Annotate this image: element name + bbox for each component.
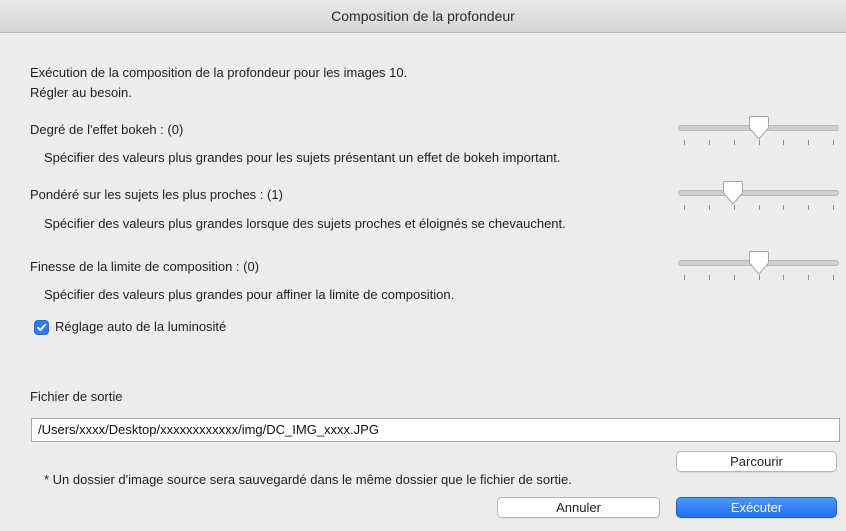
slider-track[interactable] xyxy=(678,190,839,196)
slider-tick xyxy=(708,205,710,210)
boundary-fineness-slider[interactable] xyxy=(676,250,841,286)
slider-tick xyxy=(833,205,834,210)
output-note: * Un dossier d'image source sera sauvega… xyxy=(44,472,572,487)
slider-tick xyxy=(758,205,760,210)
output-path-field[interactable]: /Users/xxxx/Desktop/xxxxxxxxxxxx/img/DC_… xyxy=(31,418,840,442)
slider-tick xyxy=(684,140,685,145)
bokeh-degree-description: Spécifier des valeurs plus grandes pour … xyxy=(44,150,561,165)
slider-tick xyxy=(708,275,710,280)
near-subjects-weight-slider[interactable] xyxy=(676,180,841,216)
slider-tick xyxy=(833,140,834,145)
intro-line-1: Exécution de la composition de la profon… xyxy=(30,65,408,80)
slider-tick xyxy=(808,205,810,210)
slider-tick xyxy=(833,275,834,280)
slider-tick xyxy=(808,140,810,145)
intro-line-2: Régler au besoin. xyxy=(30,85,132,100)
slider-tick xyxy=(783,205,785,210)
window-title: Composition de la profondeur xyxy=(0,0,846,33)
boundary-fineness-label: Finesse de la limite de composition : (0… xyxy=(30,259,260,274)
slider-tick xyxy=(684,205,685,210)
near-subjects-weight-description: Spécifier des valeurs plus grandes lorsq… xyxy=(44,216,566,231)
slider-tick xyxy=(708,140,710,145)
slider-thumb-icon[interactable] xyxy=(748,250,770,276)
checkmark-icon xyxy=(37,323,47,332)
auto-brightness-checkbox[interactable] xyxy=(34,320,49,335)
slider-thumb-icon[interactable] xyxy=(722,180,744,206)
slider-tick xyxy=(783,140,785,145)
bokeh-degree-slider[interactable] xyxy=(676,115,841,151)
auto-brightness-label[interactable]: Réglage auto de la luminosité xyxy=(55,319,226,334)
slider-thumb-icon[interactable] xyxy=(748,115,770,141)
slider-tick xyxy=(684,275,685,280)
intro-text: Exécution de la composition de la profon… xyxy=(30,63,407,103)
boundary-fineness-description: Spécifier des valeurs plus grandes pour … xyxy=(44,287,455,302)
depth-composition-dialog: Composition de la profondeur Exécution d… xyxy=(0,0,846,531)
bokeh-degree-label: Degré de l'effet bokeh : (0) xyxy=(30,122,184,137)
slider-tick xyxy=(808,275,810,280)
slider-tick xyxy=(733,140,735,145)
cancel-button[interactable]: Annuler xyxy=(497,497,660,518)
slider-tick xyxy=(733,275,735,280)
slider-tick xyxy=(783,275,785,280)
browse-button[interactable]: Parcourir xyxy=(676,451,837,472)
near-subjects-weight-label: Pondéré sur les sujets les plus proches … xyxy=(30,187,283,202)
output-file-label: Fichier de sortie xyxy=(30,389,123,404)
execute-button[interactable]: Exécuter xyxy=(676,497,837,518)
